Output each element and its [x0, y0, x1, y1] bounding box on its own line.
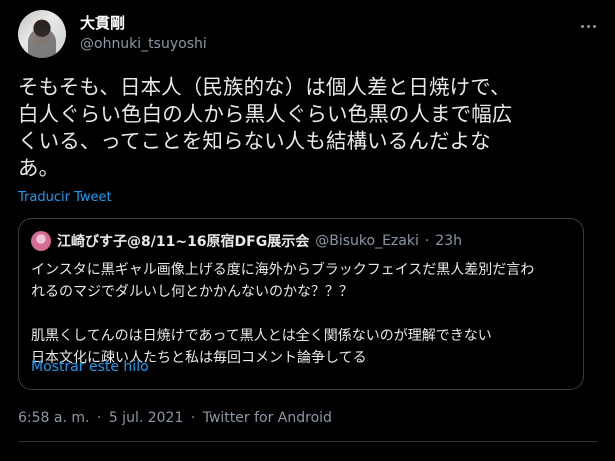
author-handle[interactable]: @ohnuki_tsuyoshi — [80, 34, 207, 54]
author-display-name[interactable]: 大貫剛 — [80, 14, 207, 32]
translate-tweet-link[interactable]: Traducir Tweet — [18, 189, 112, 207]
tweet-divider — [18, 441, 598, 442]
quoted-user-display-name[interactable]: 江崎びす子@8/11~16原宿DFG展示会 — [57, 231, 309, 251]
quoted-tweet-card[interactable]: 江崎びす子@8/11~16原宿DFG展示会 @Bisuko_Ezaki · 23… — [18, 218, 584, 390]
author-avatar[interactable] — [18, 10, 66, 58]
tweet-header: 大貫剛 @ohnuki_tsuyoshi — [18, 10, 598, 62]
quoted-tweet-text: インスタに黒ギャル画像上げる度に海外からブラックフェイスだ黒人差別だ言わ れるの… — [31, 262, 535, 366]
quoted-tweet-separator: · — [424, 233, 430, 249]
more-dot-icon — [592, 24, 596, 28]
more-horizontal-icon[interactable] — [578, 16, 598, 36]
quoted-user-avatar[interactable] — [31, 231, 51, 251]
more-dot-icon — [580, 24, 584, 28]
tweet-date[interactable]: 5 jul. 2021 — [109, 410, 184, 426]
tweet-source[interactable]: Twitter for Android — [203, 410, 332, 426]
tweet-page: 大貫剛 @ohnuki_tsuyoshi そもそも、日本人（民族的な）は個人差と… — [0, 0, 615, 461]
quoted-tweet-header: 江崎びす子@8/11~16原宿DFG展示会 @Bisuko_Ezaki · 23… — [31, 231, 462, 251]
quoted-tweet-time[interactable]: 23h — [435, 233, 462, 249]
meta-separator: · — [96, 410, 102, 426]
tweet-metadata: 6:58 a. m. · 5 jul. 2021 · Twitter for A… — [18, 409, 332, 427]
tweet-text: そもそも、日本人（民族的な）は個人差と日焼けで、 白人ぐらい色白の人から黒人ぐら… — [18, 75, 513, 180]
meta-separator: · — [190, 410, 196, 426]
quoted-user-handle[interactable]: @Bisuko_Ezaki — [315, 233, 419, 249]
author-name-block: 大貫剛 @ohnuki_tsuyoshi — [80, 14, 207, 54]
show-thread-link[interactable]: Mostrar este hilo — [31, 358, 149, 376]
more-dot-icon — [586, 24, 590, 28]
tweet-time[interactable]: 6:58 a. m. — [18, 410, 89, 426]
